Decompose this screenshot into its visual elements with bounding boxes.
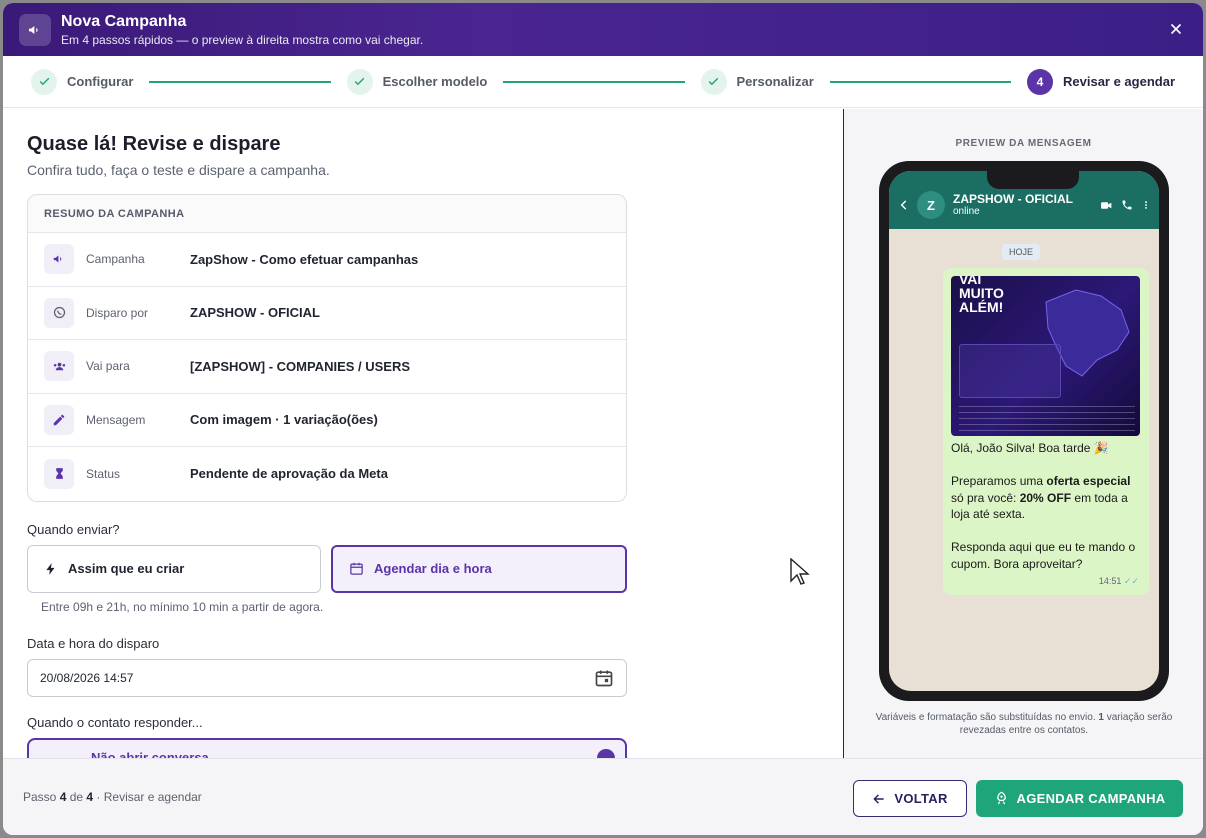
page-subtitle: Confira tudo, faça o teste e dispare a c… <box>27 162 330 178</box>
summary-row-mensagem: Mensagem Com imagem · 1 variação(ões) <box>28 394 626 447</box>
group-icon <box>44 351 74 382</box>
megaphone-icon <box>19 13 51 46</box>
message-text: Olá, João Silva! Boa tarde 🎉 Preparamos … <box>951 440 1141 572</box>
when-label: Quando enviar? <box>27 521 120 537</box>
campaign-modal: Nova Campanha Em 4 passos rápidos — o pr… <box>3 3 1203 835</box>
summary-value: Pendente de aprovação da Meta <box>190 466 388 482</box>
image-headline: VAI MUITO ALÉM! <box>959 276 1004 315</box>
summary-row-disparo: Disparo por ZAPSHOW - OFICIAL <box>28 287 626 340</box>
summary-row-status: Status Pendente de aprovação da Meta <box>28 447 626 501</box>
step-revisar-agendar[interactable]: 4 Revisar e agendar <box>1027 68 1176 95</box>
double-check-icon: ✓✓ <box>1123 576 1139 586</box>
datetime-label: Data e hora do disparo <box>27 635 160 651</box>
preview-panel: PREVIEW DA MENSAGEM Z ZAPSHOW - OFICIAL … <box>843 109 1203 759</box>
message-cta: Responda aqui que eu te mando o cupom. B… <box>951 540 1136 571</box>
step-indicator: Passo 4 de 4 · Revisar e agendar <box>23 790 202 804</box>
check-icon <box>700 68 727 95</box>
check-icon <box>31 68 57 95</box>
rocket-icon <box>996 791 1006 805</box>
summary-label: Disparo por <box>86 305 149 320</box>
summary-label: Mensagem <box>86 412 146 427</box>
summary-row-campanha: Campanha ZapShow - Como efetuar campanha… <box>28 233 626 287</box>
image-grid-block <box>959 344 1061 398</box>
preview-label: PREVIEW DA MENSAGEM <box>955 138 1092 149</box>
schedule-label: Agendar dia e hora <box>374 561 492 576</box>
phone-mockup: Z ZAPSHOW - OFICIAL online HOJE VAI MUIT… <box>879 161 1169 701</box>
summary-value: [ZAPSHOW] - COMPANIES / USERS <box>190 358 411 374</box>
message-image: VAI MUITO ALÉM! <box>951 276 1140 436</box>
mouse-cursor-icon <box>790 558 810 585</box>
summary-value: Com imagem · 1 variação(ões) <box>190 412 378 428</box>
modal-subtitle: Em 4 passos rápidos — o preview à direit… <box>61 32 424 47</box>
datetime-value: 20/08/2026 14:57 <box>40 670 134 685</box>
pencil-icon <box>44 404 74 435</box>
summary-heading: RESUMO DA CAMPANHA <box>28 195 626 233</box>
step-personalizar[interactable]: Personalizar <box>700 68 814 95</box>
send-now-label: Assim que eu criar <box>68 561 185 576</box>
step-connector <box>149 80 331 83</box>
calendar-icon[interactable] <box>594 668 614 688</box>
step-label: Revisar e agendar <box>1063 74 1176 89</box>
summary-value: ZapShow - Como efetuar campanhas <box>190 251 419 267</box>
bolt-icon <box>46 562 55 575</box>
modal-header: Nova Campanha Em 4 passos rápidos — o pr… <box>3 3 1203 56</box>
schedule-option[interactable]: Agendar dia e hora <box>331 544 627 593</box>
step-escolher-modelo[interactable]: Escolher modelo <box>346 68 488 95</box>
message-bubble: VAI MUITO ALÉM! Olá, João Silva! Boa tar… <box>943 268 1149 595</box>
message-offer: Preparamos uma oferta especial só pra vo… <box>951 474 1131 521</box>
back-label: VOLTAR <box>894 791 948 806</box>
more-vert-icon <box>1145 201 1147 209</box>
close-icon[interactable] <box>1167 20 1185 38</box>
contact-name: ZAPSHOW - OFICIAL <box>953 192 1073 206</box>
modal-footer: Passo 4 de 4 · Revisar e agendar VOLTAR … <box>3 758 1203 835</box>
summary-value: ZAPSHOW - OFICIAL <box>190 305 320 321</box>
megaphone-icon <box>44 244 74 275</box>
calendar-icon <box>350 562 363 575</box>
step-configurar[interactable]: Configurar <box>31 68 134 95</box>
stepper: Configurar Escolher modelo Personalizar … <box>3 56 1203 108</box>
reply-option[interactable]: Não abrir conversa <box>27 737 627 759</box>
review-panel: Quase lá! Revise e dispare Confira tudo,… <box>3 109 843 759</box>
reply-label: Quando o contato responder... <box>27 714 203 730</box>
message-time: 14:51 ✓✓ <box>1098 576 1139 586</box>
preview-footnote: Variáveis e formatação são substituídas … <box>875 712 1173 736</box>
phone-screen: Z ZAPSHOW - OFICIAL online HOJE VAI MUIT… <box>889 171 1159 691</box>
arrow-left-icon <box>873 793 885 804</box>
step-connector <box>829 80 1011 83</box>
whatsapp-icon <box>44 297 74 328</box>
phone-icon <box>1122 200 1132 210</box>
summary-label: Vai para <box>86 359 130 374</box>
step-connector <box>503 80 685 83</box>
page-title: Quase lá! Revise e dispare <box>27 133 281 155</box>
submit-label: AGENDAR CAMPANHA <box>1016 791 1166 806</box>
step-number: 4 <box>1027 68 1053 95</box>
video-icon <box>1101 201 1112 209</box>
step-label: Personalizar <box>736 74 814 89</box>
step-label: Configurar <box>67 74 134 89</box>
message-greeting: Olá, João Silva! Boa tarde 🎉 <box>951 441 1109 455</box>
when-options: Assim que eu criar Agendar dia e hora <box>27 544 627 593</box>
summary-card: RESUMO DA CAMPANHA Campanha ZapShow - Co… <box>27 194 627 502</box>
date-chip: HOJE <box>1002 244 1041 260</box>
phone-notch <box>987 171 1079 189</box>
summary-label: Status <box>86 466 121 481</box>
send-now-option[interactable]: Assim que eu criar <box>27 544 321 593</box>
avatar: Z <box>917 191 945 219</box>
datetime-field[interactable]: 20/08/2026 14:57 <box>27 658 627 697</box>
hourglass-icon <box>44 458 74 489</box>
back-arrow-icon <box>900 200 907 210</box>
schedule-campaign-button[interactable]: AGENDAR CAMPANHA <box>976 780 1183 817</box>
step-label: Escolher modelo <box>382 74 488 89</box>
modal-title: Nova Campanha <box>61 12 187 30</box>
check-icon <box>346 68 373 95</box>
summary-label: Campanha <box>86 252 145 267</box>
summary-row-vai-para: Vai para [ZAPSHOW] - COMPANIES / USERS <box>28 340 626 394</box>
schedule-hint: Entre 09h e 21h, no mínimo 10 min a part… <box>41 599 324 614</box>
contact-status: online <box>953 206 980 217</box>
image-table-block <box>959 406 1135 432</box>
back-button[interactable]: VOLTAR <box>853 780 967 817</box>
